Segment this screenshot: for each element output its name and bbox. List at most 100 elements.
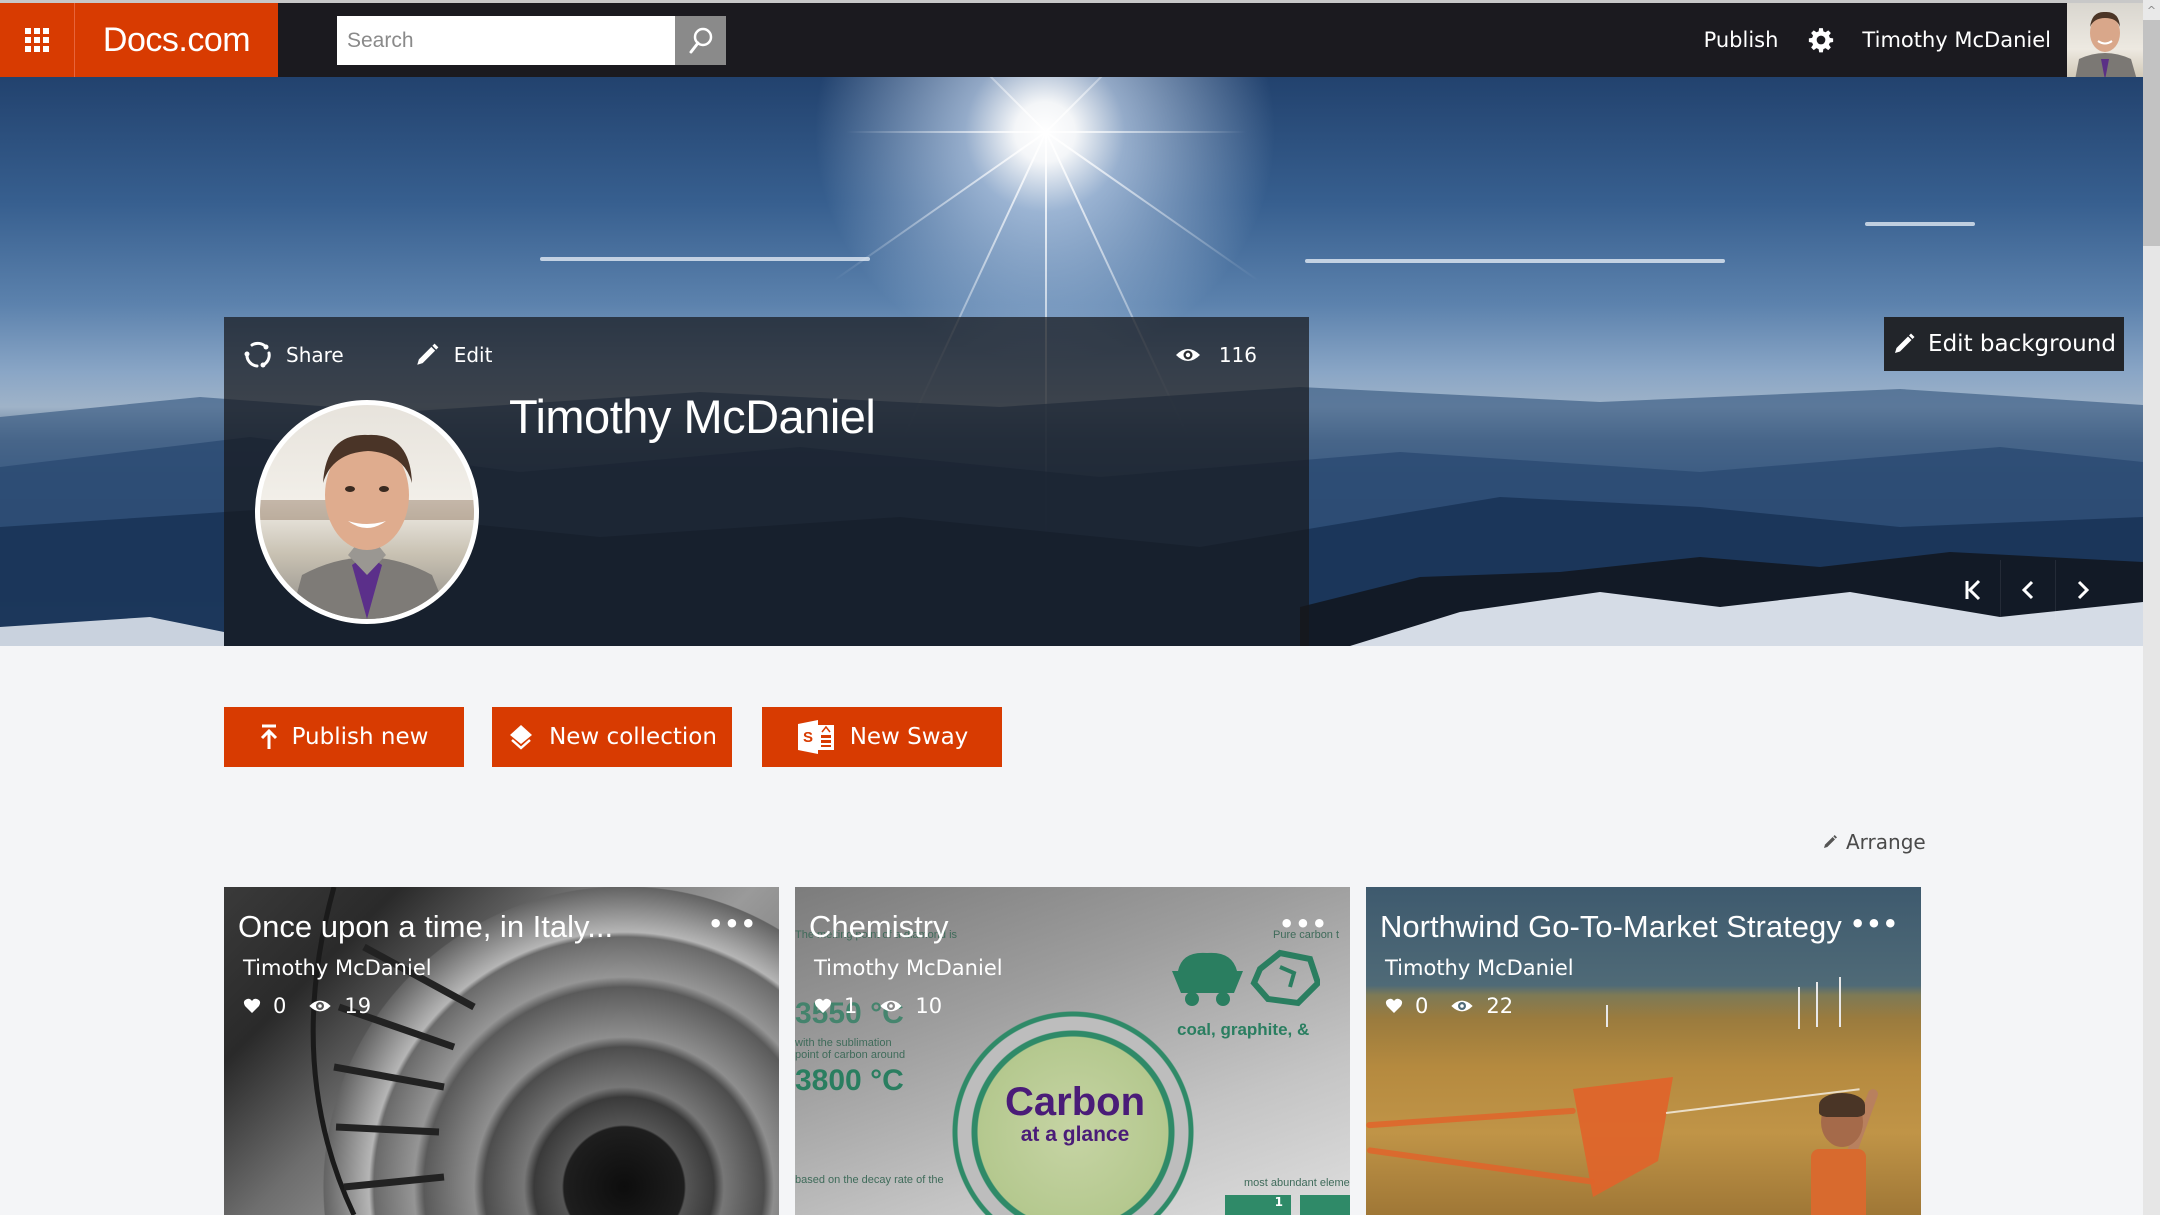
card-author[interactable]: Timothy McDaniel bbox=[243, 956, 432, 980]
card-title[interactable]: Chemistry bbox=[809, 909, 949, 945]
gear-icon bbox=[1809, 28, 1834, 53]
share-icon bbox=[244, 341, 271, 368]
views-stat: 10 bbox=[879, 994, 942, 1018]
search-box bbox=[337, 16, 726, 65]
profile-panel: Share Edit 116 Timothy McDaniel bbox=[224, 317, 1309, 646]
new-collection-button[interactable]: New collection bbox=[492, 707, 732, 767]
likes-count: 1 bbox=[844, 994, 858, 1018]
search-icon bbox=[689, 27, 712, 53]
views-stat: 22 bbox=[1450, 994, 1513, 1018]
share-button[interactable]: Share bbox=[244, 341, 344, 369]
card-stats: 0 19 bbox=[243, 994, 371, 1018]
user-avatar[interactable] bbox=[2067, 3, 2143, 80]
card-more-button[interactable]: ••• bbox=[1279, 912, 1328, 936]
likes-stat: 0 bbox=[1385, 994, 1428, 1018]
card-stats: 1 10 bbox=[814, 994, 942, 1018]
user-name-link[interactable]: Timothy McDaniel bbox=[1862, 28, 2051, 52]
document-card[interactable]: Once upon a time, in Italy... ••• Timoth… bbox=[224, 887, 779, 1215]
profile-avatar[interactable] bbox=[255, 400, 479, 624]
views-count: 10 bbox=[915, 994, 943, 1018]
document-cards: Once upon a time, in Italy... ••• Timoth… bbox=[224, 887, 1921, 1215]
heart-icon bbox=[243, 998, 261, 1013]
previous-background-button[interactable] bbox=[2000, 560, 2055, 620]
avatar-photo-icon bbox=[2075, 11, 2137, 80]
edit-background-label: Edit background bbox=[1928, 331, 2116, 357]
eye-icon bbox=[880, 1000, 903, 1012]
pencil-icon bbox=[1824, 835, 1837, 848]
diamond-rock-icon bbox=[1250, 949, 1320, 1007]
profile-view-count: 116 bbox=[1218, 343, 1257, 367]
publish-new-button[interactable]: Publish new bbox=[224, 707, 464, 767]
eye-icon bbox=[1175, 349, 1200, 361]
artwork-caption: with the sublimation point of carbon aro… bbox=[795, 1037, 906, 1061]
new-sway-label: New Sway bbox=[849, 724, 969, 750]
create-actions: Publish new New collection S New Sway bbox=[224, 707, 1002, 767]
views-count: 19 bbox=[344, 994, 372, 1018]
search-input[interactable] bbox=[337, 16, 675, 65]
profile-photo-icon bbox=[260, 434, 474, 619]
mine-cart-icon bbox=[1172, 952, 1243, 1006]
card-author[interactable]: Timothy McDaniel bbox=[1385, 956, 1574, 980]
scroll-up-button[interactable]: ^ bbox=[2143, 0, 2160, 20]
new-collection-label: New collection bbox=[549, 724, 717, 750]
artwork-box bbox=[1300, 1195, 1350, 1215]
upload-icon bbox=[260, 724, 277, 749]
views-stat: 19 bbox=[308, 994, 371, 1018]
profile-views: 116 bbox=[1175, 335, 1257, 375]
background-nav bbox=[1945, 560, 2110, 620]
share-label: Share bbox=[286, 343, 344, 367]
profile-hero: Share Edit 116 Timothy McDaniel Edit bac… bbox=[0, 77, 2143, 646]
arrange-button[interactable]: Arrange bbox=[1822, 828, 1926, 856]
collection-icon bbox=[510, 725, 533, 750]
first-background-button[interactable] bbox=[1945, 560, 2000, 620]
card-more-button[interactable]: ••• bbox=[1850, 912, 1899, 936]
artwork-caption: most abundant eleme bbox=[1244, 1177, 1350, 1189]
edit-background-button[interactable]: Edit background bbox=[1884, 317, 2124, 371]
chevron-right-icon bbox=[2077, 580, 2090, 600]
likes-stat: 0 bbox=[243, 994, 286, 1018]
edit-label: Edit bbox=[453, 343, 493, 367]
arrange-label: Arrange bbox=[1846, 830, 1926, 854]
edit-profile-button[interactable]: Edit bbox=[414, 342, 493, 368]
artwork-box: 1 bbox=[1225, 1195, 1291, 1215]
eye-icon bbox=[309, 1000, 332, 1012]
likes-count: 0 bbox=[1415, 994, 1429, 1018]
pencil-icon bbox=[416, 343, 439, 365]
likes-stat: 1 bbox=[814, 994, 857, 1018]
chevron-left-icon bbox=[2021, 580, 2034, 600]
brand-logo[interactable]: Docs.com bbox=[75, 3, 278, 77]
chevron-up-icon: ^ bbox=[2146, 3, 2157, 17]
waffle-grid-icon bbox=[25, 28, 49, 52]
publish-link[interactable]: Publish bbox=[1704, 28, 1779, 52]
top-right-nav: Publish Timothy McDaniel bbox=[1704, 3, 2065, 77]
artwork-headline: Carbon bbox=[1005, 1080, 1145, 1124]
views-count: 22 bbox=[1486, 994, 1514, 1018]
top-bar: Docs.com Publish Timothy McDaniel bbox=[0, 0, 2143, 80]
search-button[interactable] bbox=[675, 16, 726, 65]
svg-text:S: S bbox=[803, 729, 813, 746]
skip-first-icon bbox=[1965, 579, 1980, 601]
document-card[interactable]: Northwind Go-To-Market Strategy ••• Timo… bbox=[1366, 887, 1921, 1215]
next-background-button[interactable] bbox=[2055, 560, 2110, 620]
document-card[interactable]: The melting point of a diamond is 3550 °… bbox=[795, 887, 1350, 1215]
likes-count: 0 bbox=[273, 994, 287, 1018]
sway-icon: S bbox=[797, 720, 834, 754]
app-launcher-button[interactable] bbox=[0, 3, 75, 77]
card-more-button[interactable]: ••• bbox=[708, 912, 757, 936]
artwork-stat: 3800 °C bbox=[795, 1064, 904, 1097]
profile-name: Timothy McDaniel bbox=[509, 390, 876, 443]
card-title[interactable]: Once upon a time, in Italy... bbox=[238, 909, 613, 945]
eye-icon bbox=[1451, 1000, 1474, 1012]
card-title[interactable]: Northwind Go-To-Market Strategy bbox=[1380, 909, 1842, 945]
publish-new-label: Publish new bbox=[291, 724, 429, 750]
new-sway-button[interactable]: S New Sway bbox=[762, 707, 1002, 767]
scroll-thumb[interactable] bbox=[2143, 20, 2160, 246]
artwork-subhead: at a glance bbox=[1020, 1123, 1130, 1146]
settings-button[interactable] bbox=[1808, 27, 1834, 53]
card-author[interactable]: Timothy McDaniel bbox=[814, 956, 1003, 980]
heart-icon bbox=[1385, 998, 1403, 1013]
card-stats: 0 22 bbox=[1385, 994, 1513, 1018]
page-scrollbar[interactable]: ^ bbox=[2143, 0, 2160, 1215]
artwork-caption: coal, graphite, & bbox=[1177, 1020, 1310, 1039]
pencil-icon bbox=[1895, 333, 1915, 353]
